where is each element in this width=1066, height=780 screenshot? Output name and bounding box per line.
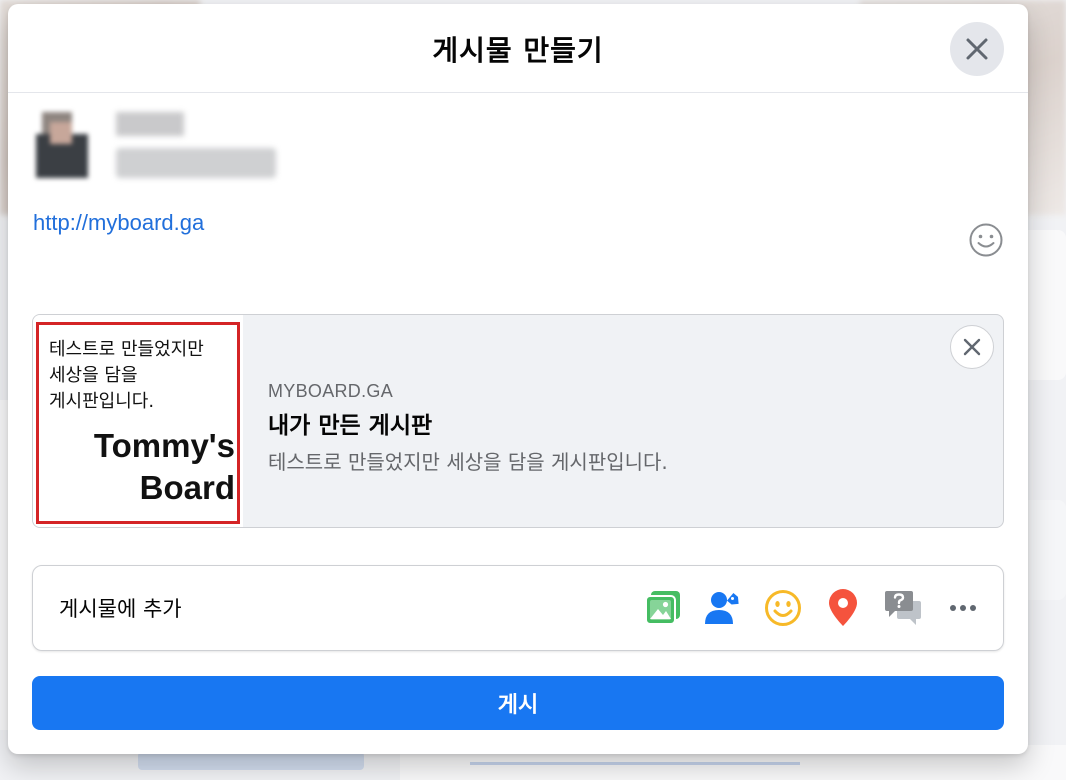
- feeling-activity-icon: [765, 590, 801, 626]
- link-preview-card[interactable]: 테스트로 만들었지만 세상을 담을 게시판입니다. Tommy's Board MYB…: [32, 314, 1004, 528]
- add-to-post-label: 게시물에 추가: [59, 597, 182, 621]
- create-post-dialog: 게시물 만들기 http://myboard.ga 테스트로 만들었지만 세상을 …: [8, 4, 1028, 754]
- thumbnail-text: 테스트로 만들었지만 세상을 담을 게시판입니다.: [49, 339, 204, 412]
- tag-people-icon: [705, 592, 739, 624]
- close-icon: [963, 338, 981, 356]
- photo-video-icon: [645, 591, 680, 625]
- more-icon: [950, 605, 976, 611]
- link-preview-domain: MYBOARD.GA: [268, 381, 394, 401]
- audience-selector[interactable]: [116, 148, 276, 178]
- tag-people-button[interactable]: [693, 586, 753, 630]
- smile-icon: [969, 223, 1003, 257]
- add-to-post-bar: 게시물에 추가: [32, 565, 1004, 651]
- dialog-title: 게시물 만들기: [432, 34, 604, 67]
- photo-video-button[interactable]: [633, 586, 693, 630]
- post-author: [32, 104, 292, 184]
- link-preview-thumbnail: 테스트로 만들었지만 세상을 담을 게시판입니다. Tommy's Board: [33, 315, 243, 527]
- post-text-input[interactable]: http://myboard.ga: [33, 210, 204, 236]
- remove-link-preview-button[interactable]: [950, 325, 994, 369]
- close-dialog-button[interactable]: [950, 22, 1004, 76]
- check-in-button[interactable]: [813, 586, 873, 630]
- avatar[interactable]: [32, 112, 98, 182]
- more-options-button[interactable]: [933, 586, 993, 630]
- link-preview-info: MYBOARD.GA 내가 만든 게시판 테스트로 만들었지만 세상을 담을 게…: [268, 381, 968, 475]
- close-icon: [966, 38, 988, 60]
- ask-question-button[interactable]: [873, 586, 933, 630]
- ask-question-icon: [885, 591, 921, 625]
- dialog-header: 게시물 만들기: [8, 4, 1028, 93]
- author-name-blurred: [116, 112, 184, 136]
- link-preview-description: 테스트로 만들었지만 세상을 담을 게시판입니다.: [268, 450, 668, 474]
- add-to-post-icons: [633, 586, 993, 630]
- emoji-picker-button[interactable]: [968, 222, 1004, 258]
- post-button[interactable]: 게시: [32, 676, 1004, 730]
- feeling-activity-button[interactable]: [753, 586, 813, 630]
- check-in-icon: [829, 589, 857, 626]
- link-preview-title: 내가 만든 게시판: [268, 413, 433, 439]
- thumbnail-brand-text: Tommy's Board: [93, 427, 235, 506]
- thumbnail-brand: Tommy's Board: [94, 425, 235, 509]
